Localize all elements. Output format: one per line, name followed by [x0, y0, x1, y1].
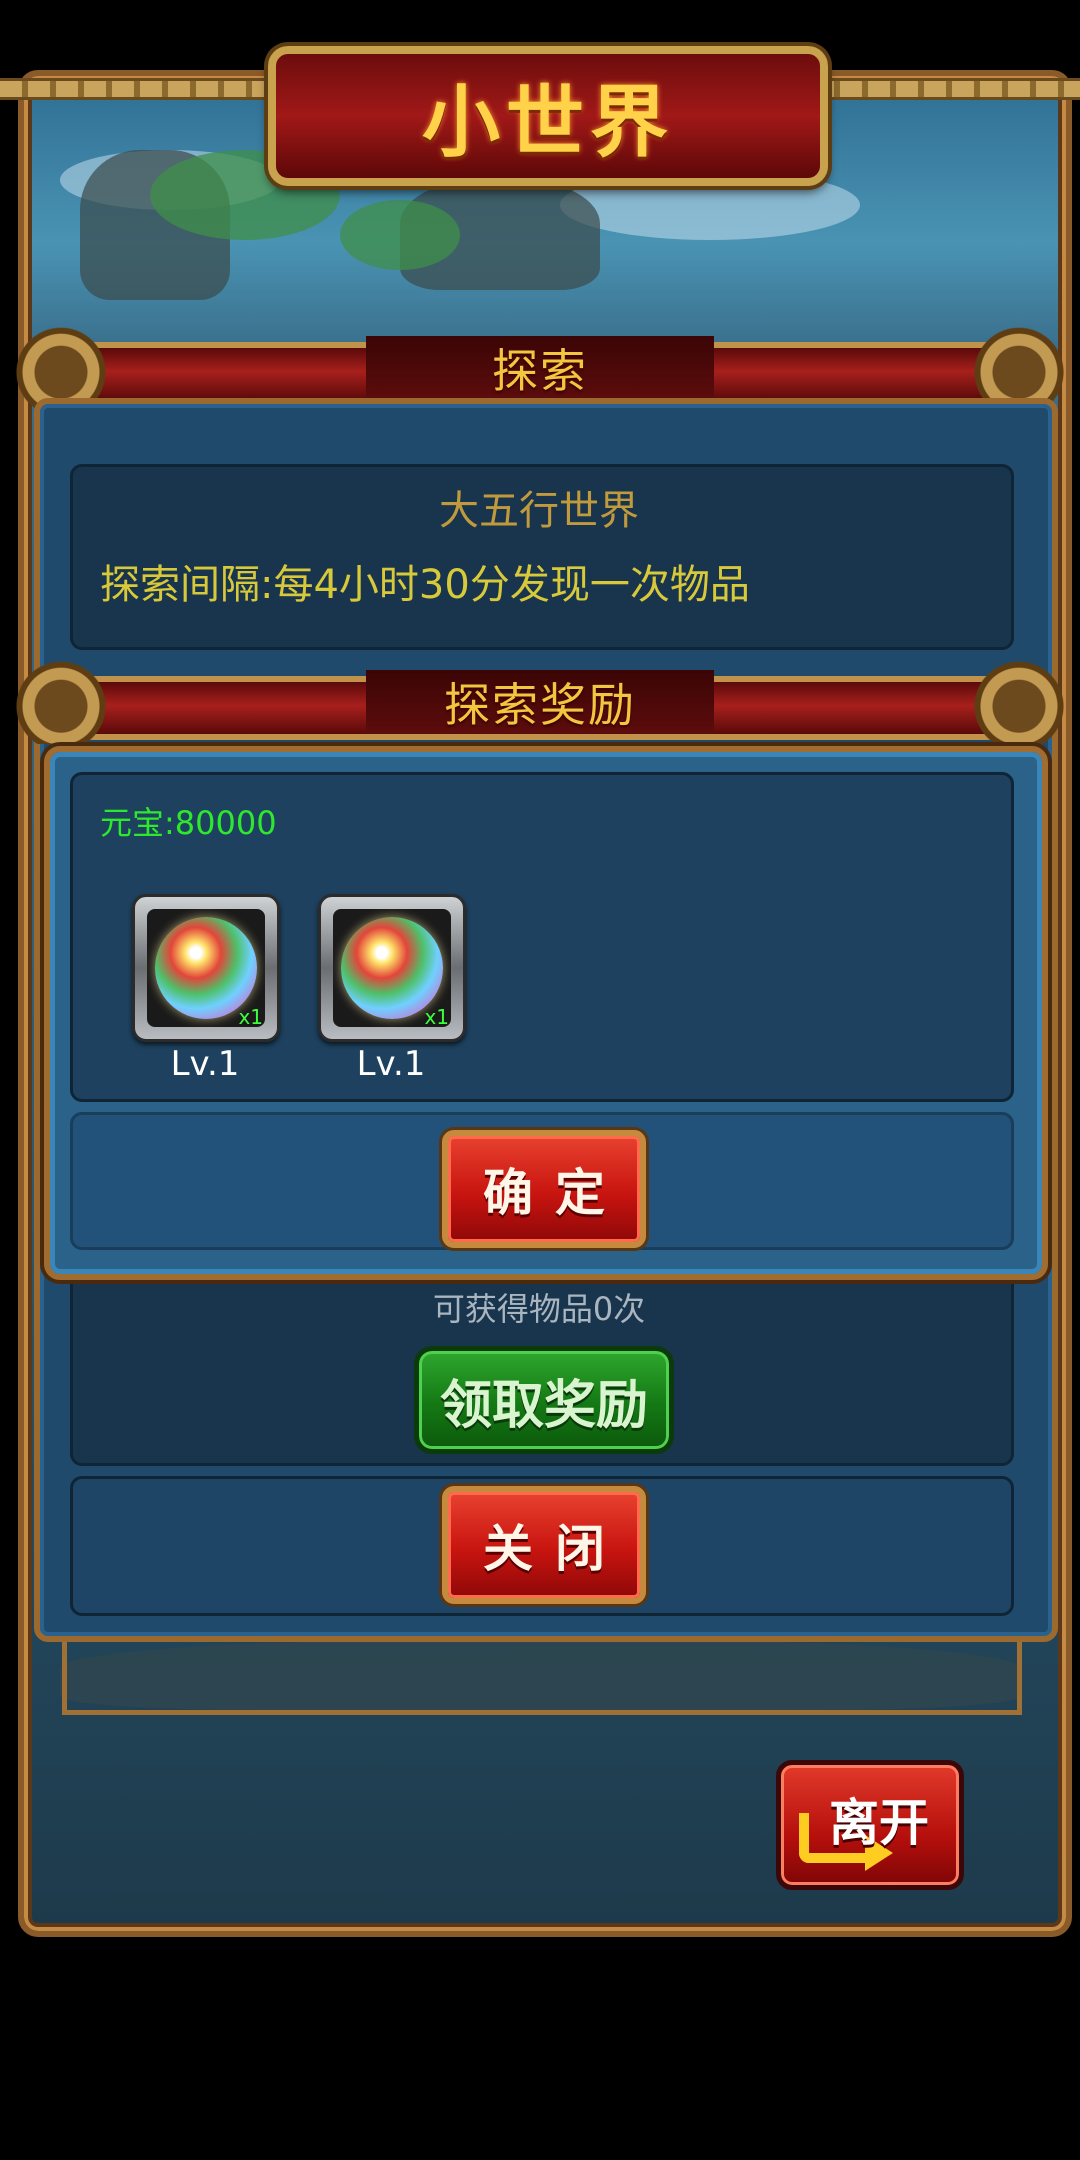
item-quantity: x1: [424, 1005, 449, 1029]
five-elements-orb-icon: [341, 917, 443, 1019]
confirm-label: 确定: [483, 1164, 627, 1222]
reward-banner: 探索奖励: [6, 652, 1074, 748]
ingot-reward-text: 元宝:80000: [100, 804, 277, 842]
claim-count-text: 可获得物品0次: [432, 1290, 646, 1328]
confirm-button[interactable]: 确定: [442, 1130, 646, 1248]
five-elements-orb-icon: [155, 917, 257, 1019]
reward-item-slot[interactable]: x1: [132, 894, 280, 1042]
leave-button[interactable]: 离开: [776, 1760, 964, 1890]
reward-item-slot[interactable]: x1: [318, 894, 466, 1042]
item-quantity: x1: [238, 1005, 263, 1029]
lower-panel-frame: [62, 1630, 1022, 1715]
explore-banner-label: 探索: [492, 344, 588, 398]
close-label: 关闭: [483, 1520, 627, 1578]
leave-label: 离开: [829, 1794, 929, 1852]
world-name: 大五行世界: [439, 488, 639, 534]
reward-banner-label: 探索奖励: [444, 678, 636, 732]
close-button[interactable]: 关闭: [442, 1486, 646, 1604]
title-plate: 小世界: [268, 46, 828, 186]
item-level: Lv.1: [170, 1044, 240, 1084]
scroll-ornament-icon: [964, 660, 1074, 744]
claim-reward-button[interactable]: 领取奖励: [414, 1346, 674, 1454]
explore-interval-text: 探索间隔:每4小时30分发现一次物品: [100, 562, 750, 608]
page-title: 小世界: [421, 78, 674, 168]
scroll-ornament-icon: [6, 660, 116, 744]
tree-decoration: [340, 200, 460, 270]
item-level: Lv.1: [356, 1044, 426, 1084]
claim-reward-label: 领取奖励: [439, 1375, 648, 1436]
